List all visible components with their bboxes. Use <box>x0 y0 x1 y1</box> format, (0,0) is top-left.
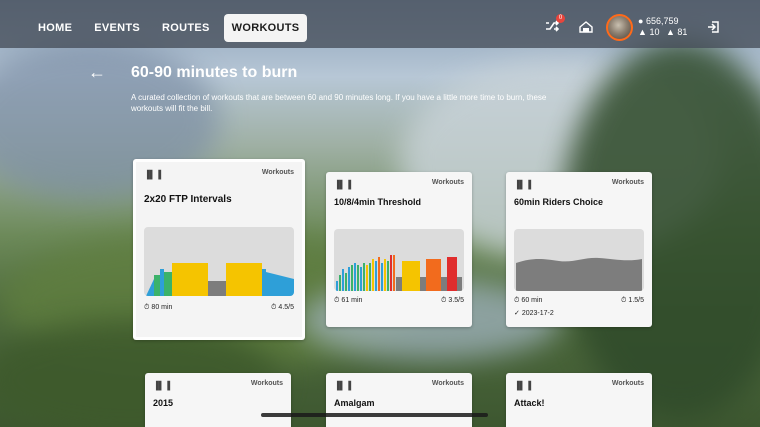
streak-icon: ▲ <box>665 27 675 37</box>
workout-profile-svg <box>336 255 462 291</box>
workout-profile-chart <box>144 227 294 296</box>
workout-profile-svg <box>516 257 642 291</box>
chart-icon: ▐▌▐ <box>514 381 532 390</box>
card-difficulty: 4.5/5 <box>278 304 294 311</box>
card-title: Attack! <box>514 398 545 408</box>
difficulty-icon: ⏱ <box>441 297 447 304</box>
shuffle-button[interactable]: 0 <box>545 14 565 32</box>
card-completed-date: 2023-17-2 <box>521 310 554 317</box>
nav-workouts[interactable]: WORKOUTS <box>223 14 308 42</box>
drops-icon: ● <box>638 16 644 26</box>
main-nav: HOME EVENTS ROUTES WORKOUTS <box>30 14 308 42</box>
workout-card-attack[interactable]: ▐▌▐ Workouts Attack! <box>506 373 652 427</box>
stopwatch-icon: ⏱ <box>144 304 150 311</box>
top-bar: HOME EVENTS ROUTES WORKOUTS 0 ● 656,759 … <box>0 0 760 48</box>
workout-profile-svg <box>146 263 294 296</box>
garage-button[interactable] <box>579 20 593 33</box>
card-duration: 80 min <box>151 304 173 311</box>
card-title: 10/8/4min Threshold <box>334 197 422 207</box>
chart-icon: ▐▌▐ <box>334 381 352 390</box>
avatar[interactable] <box>606 14 633 41</box>
workout-card-amalgam[interactable]: ▐▌▐ Workouts Amalgam <box>326 373 472 427</box>
card-title: Amalgam <box>334 398 375 408</box>
workout-profile-chart <box>334 229 464 291</box>
card-category: Workouts <box>611 380 644 387</box>
nav-home[interactable]: HOME <box>30 14 80 42</box>
chart-icon: ▐▌▐ <box>334 180 352 189</box>
notification-badge: 0 <box>556 14 565 23</box>
card-difficulty: 3.5/5 <box>448 297 464 304</box>
logout-icon <box>708 21 719 33</box>
chart-icon: ▐▌▐ <box>153 381 171 390</box>
stopwatch-icon: ⏱ <box>514 297 520 304</box>
checkmark-icon: ✓ <box>514 310 520 317</box>
page-title: 60-90 minutes to burn <box>131 64 298 81</box>
workout-card-ftp[interactable]: ▐▌▐ Workouts 2x20 FTP Intervals ⏱ 80 min… <box>133 159 305 340</box>
back-arrow-icon[interactable]: ← <box>88 62 106 83</box>
card-title: 2015 <box>153 398 174 408</box>
garage-icon <box>579 21 593 33</box>
chart-icon: ▐▌▐ <box>144 170 162 179</box>
nav-events[interactable]: EVENTS <box>86 14 148 42</box>
logout-button[interactable] <box>707 20 719 33</box>
workout-card-threshold[interactable]: ▐▌▐ Workouts 10/8/4min Threshold ⏱ 61 mi… <box>326 172 472 327</box>
card-category: Workouts <box>261 169 294 176</box>
drops-value: 656,759 <box>645 16 679 26</box>
page-description: A curated collection of workouts that ar… <box>131 93 547 113</box>
stopwatch-icon: ⏱ <box>334 297 340 304</box>
card-category: Workouts <box>611 179 644 186</box>
workout-profile-chart <box>514 229 644 291</box>
user-stats: ● 656,759 ▲ 10 ▲ 81 <box>638 16 687 38</box>
card-duration: 60 min <box>521 297 543 304</box>
chart-icon: ▐▌▐ <box>514 180 532 189</box>
card-title: 2x20 FTP Intervals <box>144 194 232 205</box>
card-title: 60min Riders Choice <box>514 197 604 207</box>
nav-routes[interactable]: ROUTES <box>154 14 218 42</box>
difficulty-icon: ⏱ <box>621 297 627 304</box>
level-icon: ▲ <box>638 27 647 37</box>
card-category: Workouts <box>431 380 464 387</box>
card-duration: 61 min <box>341 297 363 304</box>
card-category: Workouts <box>250 380 283 387</box>
card-category: Workouts <box>431 179 464 186</box>
workout-card-riders-choice[interactable]: ▐▌▐ Workouts 60min Riders Choice ⏱ 60 mi… <box>506 172 652 327</box>
workout-card-2015[interactable]: ▐▌▐ Workouts 2015 <box>145 373 291 427</box>
streak-value: 81 <box>677 27 688 37</box>
level-value: 10 <box>649 27 660 37</box>
card-difficulty: 1.5/5 <box>628 297 644 304</box>
home-indicator[interactable] <box>261 413 488 417</box>
difficulty-icon: ⏱ <box>271 304 277 311</box>
